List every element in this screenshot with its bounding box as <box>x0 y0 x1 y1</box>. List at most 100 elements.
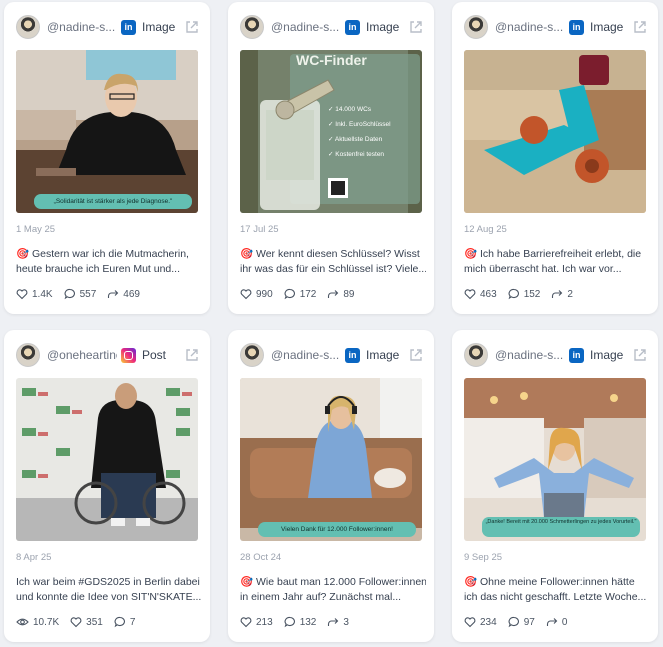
external-link-icon[interactable] <box>184 347 200 363</box>
post-image[interactable] <box>16 378 198 541</box>
card-header: @nadine-s... in Image <box>464 14 648 40</box>
external-link-icon[interactable] <box>184 19 200 35</box>
avatar[interactable] <box>464 343 488 367</box>
post-date: 8 Apr 25 <box>16 552 52 563</box>
share-icon <box>108 290 119 298</box>
heart-icon <box>240 289 252 300</box>
post-image[interactable]: „Solidarität ist stärker als jede Diagno… <box>16 50 198 213</box>
post-image[interactable]: WC-Finder ✓ 14.000 WCs ✓ Inkl. EuroSchlü… <box>240 50 422 213</box>
card-header: @oneheartinc... Post <box>16 342 200 368</box>
card-header: @nadine-s... in Image <box>464 342 648 368</box>
post-card[interactable]: @nadine-s... in Image WC-Finder ✓ 14.000… <box>228 2 434 314</box>
avatar[interactable] <box>16 15 40 39</box>
post-type-label: Post <box>142 348 167 362</box>
views-stat: 10.7K <box>16 616 59 628</box>
share-icon <box>328 618 339 626</box>
post-image[interactable] <box>464 50 646 213</box>
post-text[interactable]: 🎯 Ohne meine Follower:innen hätte ich da… <box>464 575 650 605</box>
post-stats: 10.7K 351 7 <box>16 616 146 628</box>
post-stats: 234 97 0 <box>464 616 578 628</box>
comment-icon <box>284 288 295 300</box>
likes-stat: 213 <box>240 616 273 628</box>
post-text[interactable]: 🎯 Ich habe Barrierefreiheit erlebt, die … <box>464 247 650 277</box>
comment-icon <box>508 616 519 628</box>
linkedin-icon: in <box>569 347 584 363</box>
media-bullets: ✓ 14.000 WCs ✓ Inkl. EuroSchlüssel ✓ Akt… <box>328 106 391 158</box>
avatar[interactable] <box>464 15 488 39</box>
post-image[interactable]: „Danke! Bereit mit 20.000 Schmetterlinge… <box>464 378 646 541</box>
external-link-icon[interactable] <box>632 19 648 35</box>
image-caption-banner: Vielen Dank für 12.000 Follower:innen! <box>258 522 416 537</box>
post-type-label: Image <box>142 20 176 34</box>
post-card[interactable]: @nadine-s... in Image „Solidarität ist s… <box>4 2 210 314</box>
external-link-icon[interactable] <box>408 347 424 363</box>
post-stats: 990 172 89 <box>240 288 366 300</box>
avatar[interactable] <box>240 15 264 39</box>
share-icon <box>552 290 563 298</box>
heart-icon <box>464 617 476 628</box>
post-text[interactable]: 🎯 Wer kennt diesen Schlüssel? Wisst ihr … <box>240 247 426 277</box>
author-handle[interactable]: @nadine-s... <box>271 20 341 34</box>
author-handle[interactable]: @nadine-s... <box>271 348 341 362</box>
heart-icon <box>70 617 82 628</box>
card-header: @nadine-s... in Image <box>240 342 424 368</box>
comments-stat: 557 <box>64 288 96 300</box>
post-type-label: Image <box>590 348 624 362</box>
post-text[interactable]: Ich war beim #GDS2025 in Berlin dabei un… <box>16 575 202 605</box>
image-caption-banner: „Solidarität ist stärker als jede Diagno… <box>34 194 192 209</box>
external-link-icon[interactable] <box>408 19 424 35</box>
heart-icon <box>16 289 28 300</box>
card-header: @nadine-s... in Image <box>240 14 424 40</box>
author-handle[interactable]: @nadine-s... <box>495 348 565 362</box>
post-date: 1 May 25 <box>16 224 56 235</box>
likes-stat: 351 <box>70 616 103 628</box>
post-stats: 213 132 3 <box>240 616 360 628</box>
avatar[interactable] <box>16 343 40 367</box>
comments-stat: 7 <box>114 616 135 628</box>
linkedin-icon: in <box>345 19 360 35</box>
author-handle[interactable]: @nadine-s... <box>495 20 565 34</box>
avatar[interactable] <box>240 343 264 367</box>
post-text[interactable]: 🎯 Gestern war ich die Mutmacherin, heute… <box>16 247 202 277</box>
linkedin-icon: in <box>121 19 136 35</box>
comments-stat: 172 <box>284 288 316 300</box>
post-date: 9 Sep 25 <box>464 552 503 563</box>
likes-stat: 234 <box>464 616 497 628</box>
shares-stat: 3 <box>327 616 349 628</box>
heart-icon <box>240 617 252 628</box>
post-type-label: Image <box>590 20 624 34</box>
post-card[interactable]: @nadine-s... in Image 12 Aug 25 🎯 Ich ha… <box>452 2 658 314</box>
comments-stat: 132 <box>284 616 316 628</box>
heart-icon <box>464 289 476 300</box>
post-stats: 463 152 2 <box>464 288 584 300</box>
comments-stat: 97 <box>508 616 535 628</box>
post-stats: 1.4K 557 469 <box>16 288 151 300</box>
shares-stat: 469 <box>107 288 140 300</box>
share-icon <box>328 290 339 298</box>
linkedin-icon: in <box>345 347 360 363</box>
image-caption-banner: „Danke! Bereit mit 20.000 Schmetterlinge… <box>482 517 640 537</box>
share-icon <box>546 618 558 626</box>
author-handle[interactable]: @nadine-s... <box>47 20 117 34</box>
post-type-label: Image <box>366 348 400 362</box>
post-date: 28 Oct 24 <box>240 552 282 563</box>
post-image[interactable]: Vielen Dank für 12.000 Follower:innen! <box>240 378 422 541</box>
likes-stat: 1.4K <box>16 288 53 300</box>
instagram-icon <box>121 347 136 363</box>
post-grid: @nadine-s... in Image „Solidarität ist s… <box>4 2 658 642</box>
media-title: WC-Finder <box>296 52 367 68</box>
post-date: 17 Jul 25 <box>240 224 279 235</box>
post-text[interactable]: 🎯 Wie baut man 12.000 Follower:innen in … <box>240 575 426 605</box>
author-handle[interactable]: @oneheartinc... <box>47 348 117 362</box>
card-header: @nadine-s... in Image <box>16 14 200 40</box>
eye-icon <box>16 618 29 626</box>
post-card[interactable]: @nadine-s... in Image Vielen Dank für 12… <box>228 330 434 642</box>
post-card[interactable]: @oneheartinc... Post <box>4 330 210 642</box>
external-link-icon[interactable] <box>632 347 648 363</box>
linkedin-icon: in <box>569 19 584 35</box>
post-date: 12 Aug 25 <box>464 224 507 235</box>
comments-stat: 152 <box>508 288 540 300</box>
post-card[interactable]: @nadine-s... in Image „Danke! Bereit mit… <box>452 330 658 642</box>
post-type-label: Image <box>366 20 400 34</box>
comment-icon <box>64 288 75 300</box>
